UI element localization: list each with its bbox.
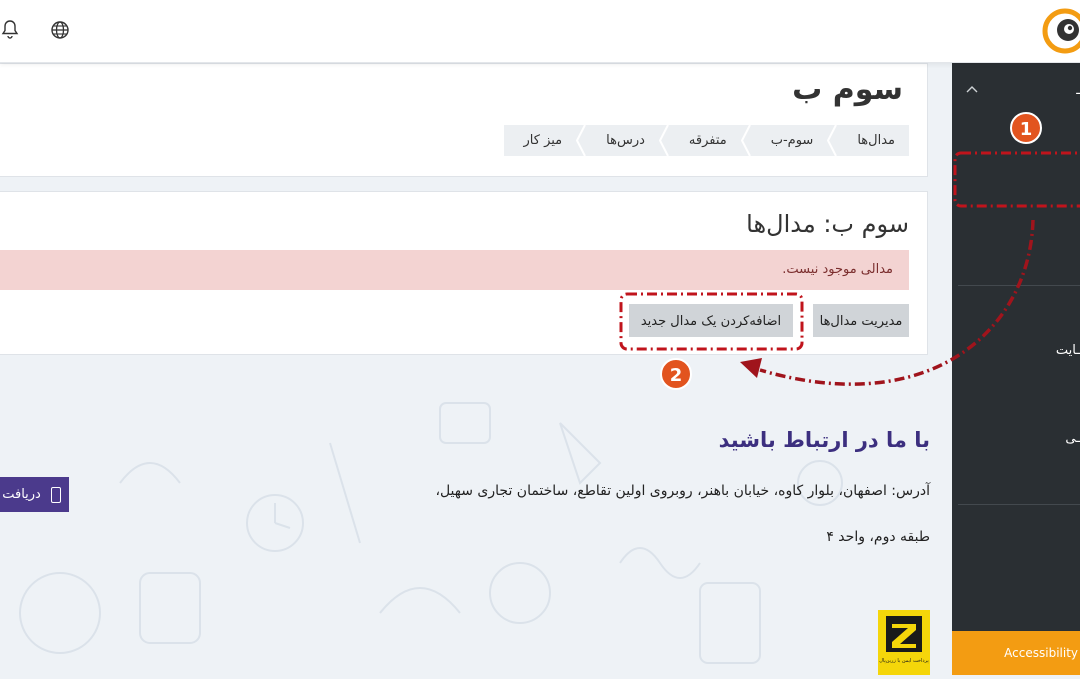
step-number-1: 1	[1020, 119, 1033, 140]
highlight-box-2	[619, 292, 804, 351]
step-number-2: 2	[670, 365, 683, 386]
arrow-head	[740, 358, 762, 378]
highlight-box-1	[953, 151, 1080, 208]
step-marker-2: 2	[660, 358, 692, 390]
tutorial-annotation-overlay: 1 2	[619, 112, 1080, 390]
step-marker-1: 1	[1010, 112, 1042, 144]
